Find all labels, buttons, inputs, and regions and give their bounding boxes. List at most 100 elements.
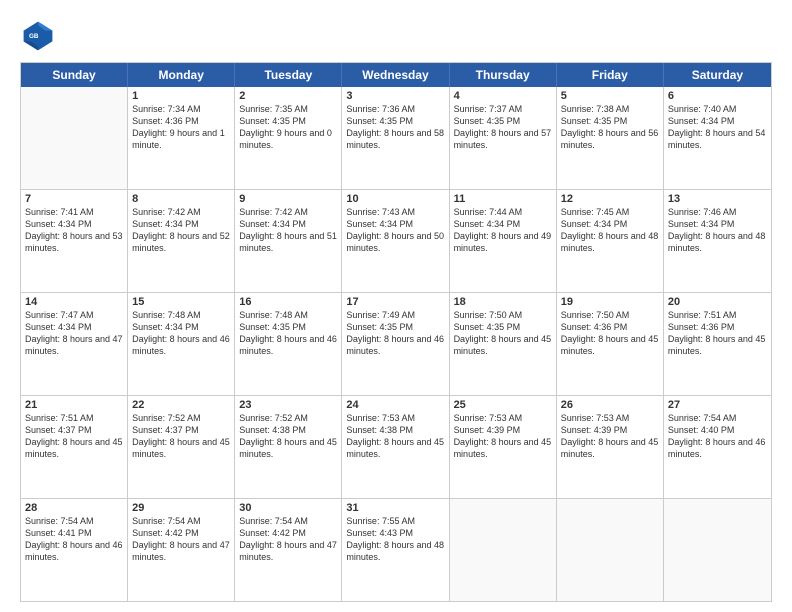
day-number: 18 (454, 296, 552, 308)
weekday-friday: Friday (557, 63, 664, 87)
calendar-cell: 30Sunrise: 7:54 AMSunset: 4:42 PMDayligh… (235, 499, 342, 601)
cell-info: Sunrise: 7:55 AMSunset: 4:43 PMDaylight:… (346, 515, 444, 564)
cell-info: Sunrise: 7:52 AMSunset: 4:37 PMDaylight:… (132, 412, 230, 461)
cell-info: Sunrise: 7:53 AMSunset: 4:39 PMDaylight:… (454, 412, 552, 461)
day-number: 23 (239, 399, 337, 411)
cell-info: Sunrise: 7:54 AMSunset: 4:42 PMDaylight:… (239, 515, 337, 564)
cell-info: Sunrise: 7:54 AMSunset: 4:41 PMDaylight:… (25, 515, 123, 564)
svg-text:GB: GB (29, 33, 39, 40)
calendar-cell: 8Sunrise: 7:42 AMSunset: 4:34 PMDaylight… (128, 190, 235, 292)
calendar-cell: 2Sunrise: 7:35 AMSunset: 4:35 PMDaylight… (235, 87, 342, 189)
calendar-cell: 6Sunrise: 7:40 AMSunset: 4:34 PMDaylight… (664, 87, 771, 189)
calendar-cell: 21Sunrise: 7:51 AMSunset: 4:37 PMDayligh… (21, 396, 128, 498)
calendar-cell: 24Sunrise: 7:53 AMSunset: 4:38 PMDayligh… (342, 396, 449, 498)
day-number: 31 (346, 502, 444, 514)
cell-info: Sunrise: 7:54 AMSunset: 4:40 PMDaylight:… (668, 412, 767, 461)
cell-info: Sunrise: 7:47 AMSunset: 4:34 PMDaylight:… (25, 309, 123, 358)
day-number: 22 (132, 399, 230, 411)
calendar-cell: 31Sunrise: 7:55 AMSunset: 4:43 PMDayligh… (342, 499, 449, 601)
calendar-row-2: 14Sunrise: 7:47 AMSunset: 4:34 PMDayligh… (21, 293, 771, 396)
cell-info: Sunrise: 7:54 AMSunset: 4:42 PMDaylight:… (132, 515, 230, 564)
calendar-cell (664, 499, 771, 601)
cell-info: Sunrise: 7:53 AMSunset: 4:39 PMDaylight:… (561, 412, 659, 461)
weekday-tuesday: Tuesday (235, 63, 342, 87)
calendar-cell (557, 499, 664, 601)
cell-info: Sunrise: 7:42 AMSunset: 4:34 PMDaylight:… (132, 206, 230, 255)
cell-info: Sunrise: 7:48 AMSunset: 4:35 PMDaylight:… (239, 309, 337, 358)
day-number: 29 (132, 502, 230, 514)
calendar-cell: 18Sunrise: 7:50 AMSunset: 4:35 PMDayligh… (450, 293, 557, 395)
calendar-cell: 12Sunrise: 7:45 AMSunset: 4:34 PMDayligh… (557, 190, 664, 292)
cell-info: Sunrise: 7:50 AMSunset: 4:36 PMDaylight:… (561, 309, 659, 358)
calendar-cell: 10Sunrise: 7:43 AMSunset: 4:34 PMDayligh… (342, 190, 449, 292)
cell-info: Sunrise: 7:51 AMSunset: 4:37 PMDaylight:… (25, 412, 123, 461)
header: GB (20, 18, 772, 54)
calendar-cell: 14Sunrise: 7:47 AMSunset: 4:34 PMDayligh… (21, 293, 128, 395)
logo: GB (20, 18, 60, 54)
cell-info: Sunrise: 7:44 AMSunset: 4:34 PMDaylight:… (454, 206, 552, 255)
day-number: 20 (668, 296, 767, 308)
calendar-cell: 11Sunrise: 7:44 AMSunset: 4:34 PMDayligh… (450, 190, 557, 292)
day-number: 2 (239, 90, 337, 102)
cell-info: Sunrise: 7:50 AMSunset: 4:35 PMDaylight:… (454, 309, 552, 358)
calendar-cell: 4Sunrise: 7:37 AMSunset: 4:35 PMDaylight… (450, 87, 557, 189)
day-number: 14 (25, 296, 123, 308)
day-number: 26 (561, 399, 659, 411)
calendar-cell (21, 87, 128, 189)
calendar-row-4: 28Sunrise: 7:54 AMSunset: 4:41 PMDayligh… (21, 499, 771, 601)
cell-info: Sunrise: 7:37 AMSunset: 4:35 PMDaylight:… (454, 103, 552, 152)
cell-info: Sunrise: 7:53 AMSunset: 4:38 PMDaylight:… (346, 412, 444, 461)
cell-info: Sunrise: 7:48 AMSunset: 4:34 PMDaylight:… (132, 309, 230, 358)
day-number: 1 (132, 90, 230, 102)
calendar-cell: 16Sunrise: 7:48 AMSunset: 4:35 PMDayligh… (235, 293, 342, 395)
cell-info: Sunrise: 7:38 AMSunset: 4:35 PMDaylight:… (561, 103, 659, 152)
calendar-cell: 15Sunrise: 7:48 AMSunset: 4:34 PMDayligh… (128, 293, 235, 395)
cell-info: Sunrise: 7:35 AMSunset: 4:35 PMDaylight:… (239, 103, 337, 152)
calendar-cell: 5Sunrise: 7:38 AMSunset: 4:35 PMDaylight… (557, 87, 664, 189)
calendar-cell: 27Sunrise: 7:54 AMSunset: 4:40 PMDayligh… (664, 396, 771, 498)
day-number: 11 (454, 193, 552, 205)
calendar-cell: 28Sunrise: 7:54 AMSunset: 4:41 PMDayligh… (21, 499, 128, 601)
day-number: 5 (561, 90, 659, 102)
cell-info: Sunrise: 7:43 AMSunset: 4:34 PMDaylight:… (346, 206, 444, 255)
calendar-cell: 13Sunrise: 7:46 AMSunset: 4:34 PMDayligh… (664, 190, 771, 292)
calendar-body: 1Sunrise: 7:34 AMSunset: 4:36 PMDaylight… (21, 87, 771, 601)
day-number: 12 (561, 193, 659, 205)
cell-info: Sunrise: 7:52 AMSunset: 4:38 PMDaylight:… (239, 412, 337, 461)
calendar-cell: 25Sunrise: 7:53 AMSunset: 4:39 PMDayligh… (450, 396, 557, 498)
cell-info: Sunrise: 7:40 AMSunset: 4:34 PMDaylight:… (668, 103, 767, 152)
cell-info: Sunrise: 7:45 AMSunset: 4:34 PMDaylight:… (561, 206, 659, 255)
logo-icon: GB (20, 18, 56, 54)
cell-info: Sunrise: 7:51 AMSunset: 4:36 PMDaylight:… (668, 309, 767, 358)
day-number: 3 (346, 90, 444, 102)
day-number: 15 (132, 296, 230, 308)
cell-info: Sunrise: 7:42 AMSunset: 4:34 PMDaylight:… (239, 206, 337, 255)
cell-info: Sunrise: 7:46 AMSunset: 4:34 PMDaylight:… (668, 206, 767, 255)
weekday-sunday: Sunday (21, 63, 128, 87)
day-number: 27 (668, 399, 767, 411)
calendar-row-1: 7Sunrise: 7:41 AMSunset: 4:34 PMDaylight… (21, 190, 771, 293)
calendar-cell: 23Sunrise: 7:52 AMSunset: 4:38 PMDayligh… (235, 396, 342, 498)
day-number: 28 (25, 502, 123, 514)
weekday-thursday: Thursday (450, 63, 557, 87)
day-number: 6 (668, 90, 767, 102)
calendar-header: SundayMondayTuesdayWednesdayThursdayFrid… (21, 63, 771, 87)
calendar-row-0: 1Sunrise: 7:34 AMSunset: 4:36 PMDaylight… (21, 87, 771, 190)
cell-info: Sunrise: 7:34 AMSunset: 4:36 PMDaylight:… (132, 103, 230, 152)
calendar-cell: 19Sunrise: 7:50 AMSunset: 4:36 PMDayligh… (557, 293, 664, 395)
day-number: 4 (454, 90, 552, 102)
day-number: 25 (454, 399, 552, 411)
calendar-cell: 26Sunrise: 7:53 AMSunset: 4:39 PMDayligh… (557, 396, 664, 498)
calendar-cell: 3Sunrise: 7:36 AMSunset: 4:35 PMDaylight… (342, 87, 449, 189)
calendar-cell: 7Sunrise: 7:41 AMSunset: 4:34 PMDaylight… (21, 190, 128, 292)
day-number: 8 (132, 193, 230, 205)
day-number: 9 (239, 193, 337, 205)
cell-info: Sunrise: 7:49 AMSunset: 4:35 PMDaylight:… (346, 309, 444, 358)
calendar-cell: 29Sunrise: 7:54 AMSunset: 4:42 PMDayligh… (128, 499, 235, 601)
calendar-cell (450, 499, 557, 601)
calendar-cell: 22Sunrise: 7:52 AMSunset: 4:37 PMDayligh… (128, 396, 235, 498)
day-number: 10 (346, 193, 444, 205)
weekday-saturday: Saturday (664, 63, 771, 87)
day-number: 21 (25, 399, 123, 411)
calendar-cell: 17Sunrise: 7:49 AMSunset: 4:35 PMDayligh… (342, 293, 449, 395)
